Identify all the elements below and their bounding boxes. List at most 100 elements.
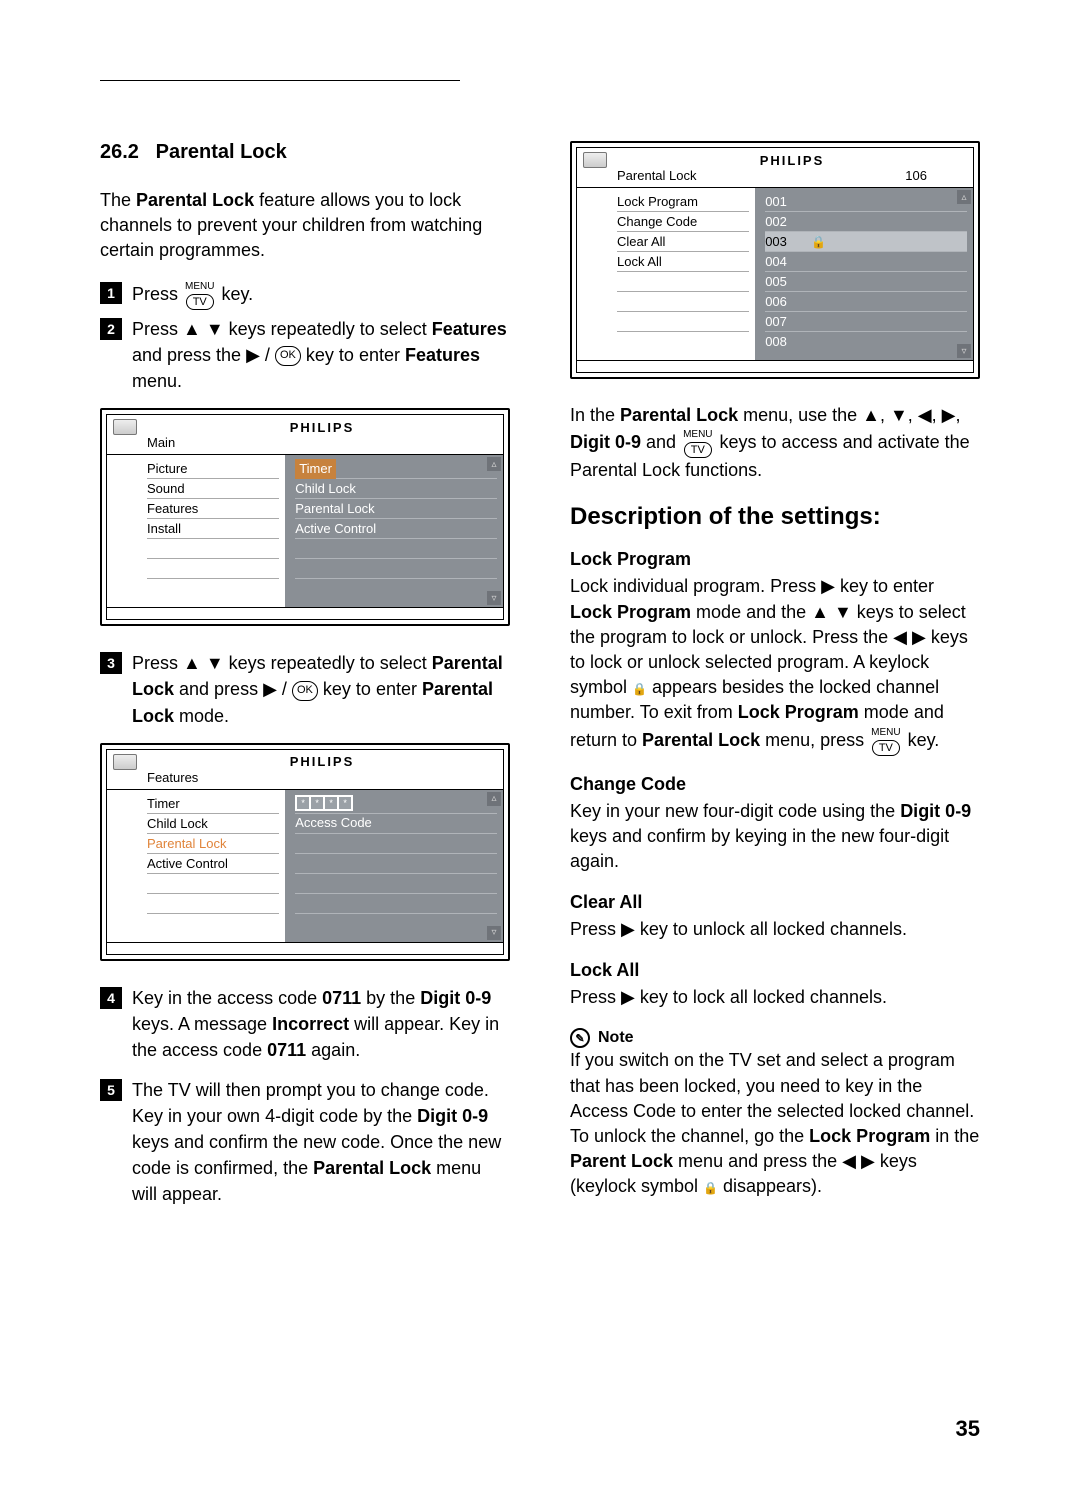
osd-pl-la: Lock All xyxy=(617,252,749,272)
tv-pill: TV xyxy=(186,294,214,310)
osd-f-ac: Active Control xyxy=(147,854,279,874)
right-intro: In the Parental Lock menu, use the ▲, ▼,… xyxy=(570,403,980,483)
s3b: and press ▶ / xyxy=(174,679,292,699)
cca: Key in your new four-digit code using th… xyxy=(570,801,900,821)
section-heading: 26.2 Parental Lock xyxy=(100,141,510,164)
scroll-down-icon: ▿ xyxy=(487,591,501,605)
rib: menu, use the ▲, ▼, ◀, ▶, xyxy=(738,405,960,425)
osd-brand: PHILIPS xyxy=(147,420,497,435)
nd: disappears). xyxy=(718,1176,822,1196)
osd-parental-lock: PHILIPS Parental Lock 106 Lock Program C… xyxy=(570,141,980,379)
lock-icon xyxy=(632,677,647,697)
step-number-5: 5 xyxy=(100,1079,122,1101)
scroll-down-icon: ▿ xyxy=(487,926,501,940)
s4inc: Incorrect xyxy=(272,1014,349,1034)
s4a: Key in the access code xyxy=(132,988,322,1008)
ric: and xyxy=(641,432,681,452)
intro-paragraph: The Parental Lock feature allows you to … xyxy=(100,188,510,264)
osd-main-menu: PHILIPS Main Picture Sound Features Inst… xyxy=(100,408,510,626)
osd-f-cl: Child Lock xyxy=(147,814,279,834)
step-number-2: 2 xyxy=(100,318,122,340)
clear-all-head: Clear All xyxy=(570,892,980,913)
ok-key-icon-2: OK xyxy=(292,681,318,701)
menu-tv-key-icon: MENU TV xyxy=(871,726,900,756)
s4c: keys. A message xyxy=(132,1014,272,1034)
tv-icon xyxy=(113,419,137,435)
lplpm: Lock Program xyxy=(570,602,691,622)
s3c: key to enter xyxy=(318,679,422,699)
osd-brand-3: PHILIPS xyxy=(617,153,967,168)
clear-all-text: Press ▶ key to unlock all locked channel… xyxy=(570,917,980,942)
menu-label: MENU xyxy=(871,726,900,740)
ripl: Parental Lock xyxy=(620,405,738,425)
s2d: menu. xyxy=(132,371,182,391)
s5pl: Parental Lock xyxy=(313,1158,431,1178)
osd-main-childlock: Child Lock xyxy=(295,479,497,499)
note-heading: ✎ Note xyxy=(570,1028,980,1048)
s4d: Digit 0-9 xyxy=(420,988,491,1008)
menu-label: MENU xyxy=(185,280,214,295)
ch-006: 006 xyxy=(765,292,811,312)
ch-003: 003 xyxy=(765,232,811,252)
osd-main-install: Install xyxy=(147,519,279,539)
osd-pl-cc: Change Code xyxy=(617,212,749,232)
lock-all-text: Press ▶ key to lock all locked channels. xyxy=(570,985,980,1010)
osd-pl-right: ▵ 001 002 003 004 005 006 007 008 ▿ xyxy=(755,188,973,360)
s1a: Press xyxy=(132,284,183,304)
ria: In the xyxy=(570,405,620,425)
osd-features-right: ▵ **** Access Code ▿ xyxy=(285,790,503,942)
s3d: mode. xyxy=(174,706,229,726)
rid: Digit 0-9 xyxy=(570,432,641,452)
scroll-up-icon: ▵ xyxy=(957,190,971,204)
ch-002: 002 xyxy=(765,212,811,232)
nlp: Lock Program xyxy=(809,1126,930,1146)
osd-f-pl: Parental Lock xyxy=(147,834,279,854)
lpf: key. xyxy=(908,729,940,749)
s4f: again. xyxy=(306,1040,360,1060)
osd-features-menu: PHILIPS Features Timer Child Lock Parent… xyxy=(100,743,510,961)
osd-pl-lp: Lock Program xyxy=(617,192,749,212)
step-number-3: 3 xyxy=(100,652,122,674)
s1b: key. xyxy=(221,284,253,304)
lock-program-text: Lock individual program. Press ▶ key to … xyxy=(570,574,980,755)
step-number-4: 4 xyxy=(100,987,122,1009)
lock-program-head: Lock Program xyxy=(570,549,980,570)
osd-main-timer: Timer xyxy=(295,459,336,479)
osd-main-picture: Picture xyxy=(147,459,279,479)
step-3-text: Press ▲ ▼ keys repeatedly to select Pare… xyxy=(132,650,510,728)
scroll-up-icon: ▵ xyxy=(487,792,501,806)
osd-pl-ca: Clear All xyxy=(617,232,749,252)
s4code2: 0711 xyxy=(267,1040,306,1060)
ok-key-icon: OK xyxy=(275,346,301,366)
scroll-down-icon: ▿ xyxy=(957,344,971,358)
osd-pl-channel: 106 xyxy=(905,168,967,183)
s2feat2: Features xyxy=(405,345,480,365)
lppl: Parental Lock xyxy=(642,729,760,749)
lock-icon xyxy=(703,1176,718,1196)
s2feat: Features xyxy=(432,319,507,339)
nb: in the xyxy=(930,1126,979,1146)
osd-pl-left: Lock Program Change Code Clear All Lock … xyxy=(577,188,755,360)
menu-tv-key-icon: MENU TV xyxy=(185,280,214,311)
ch-008: 008 xyxy=(765,332,811,352)
step-5-text: The TV will then prompt you to change co… xyxy=(132,1077,510,1207)
osd-main-ac: Active Control xyxy=(295,519,497,539)
step-2-text: Press ▲ ▼ keys repeatedly to select Feat… xyxy=(132,316,510,394)
intro-pre: The xyxy=(100,190,136,210)
osd-pl-title: Parental Lock xyxy=(617,168,697,183)
s2c: key to enter xyxy=(301,345,405,365)
npl: Parent Lock xyxy=(570,1151,673,1171)
step-1-text: Press MENU TV key. xyxy=(132,280,253,311)
tv-icon xyxy=(583,152,607,168)
note-label: Note xyxy=(598,1029,634,1047)
s5d: Digit 0-9 xyxy=(417,1106,488,1126)
scroll-up-icon: ▵ xyxy=(487,457,501,471)
s2a: Press ▲ ▼ keys repeatedly to select xyxy=(132,319,432,339)
osd-main-right: ▵ Timer Child Lock Parental Lock Active … xyxy=(285,455,503,607)
description-heading: Description of the settings: xyxy=(570,503,980,531)
osd-brand-2: PHILIPS xyxy=(147,754,497,769)
osd-main-pl: Parental Lock xyxy=(295,499,497,519)
osd-f-timer: Timer xyxy=(147,794,279,814)
osd-features-title: Features xyxy=(147,770,198,785)
tv-pill: TV xyxy=(872,740,900,756)
